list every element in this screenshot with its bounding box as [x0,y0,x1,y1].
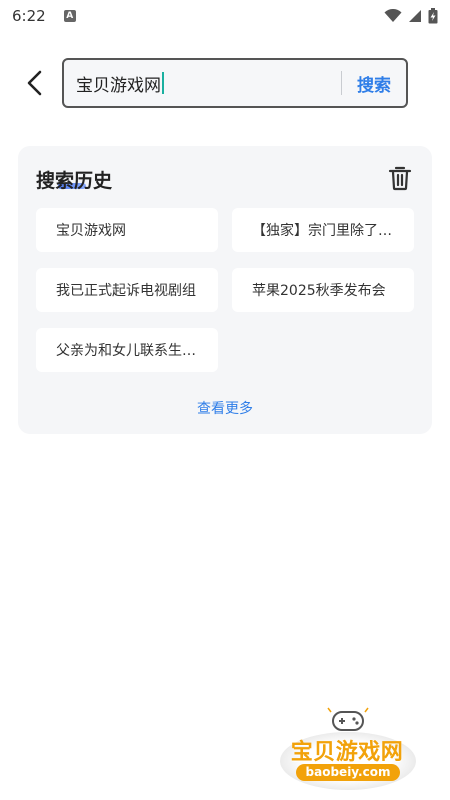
clear-history-button[interactable] [388,165,412,191]
battery-charging-icon [428,8,438,24]
history-item-label: 苹果2025秋季发布会 [252,283,386,299]
watermark-name: 宝贝游戏网 [290,740,404,765]
text-caret [162,72,164,94]
status-icons [384,8,438,24]
history-item-label: 【独家】宗门里除了我都是卧底 [252,223,394,239]
wifi-icon [384,9,402,22]
search-button[interactable]: 搜索 [342,71,406,96]
search-text: 宝贝游戏网 [76,75,161,96]
site-watermark-logo: 宝贝游戏网 baobeiy.com [272,704,422,790]
gamepad-icon [327,707,369,731]
history-item-label: 我已正式起诉电视剧组 [56,283,196,299]
status-bar: 6:22 A [0,0,450,32]
search-history-title: 搜索历史 [36,170,113,192]
back-button[interactable] [20,68,48,98]
search-history-card: 搜索历史 宝贝游戏网 【独家】宗门里除了我都是卧底 我已正式起诉电视剧组 苹果2… [18,146,432,434]
chevron-left-icon [27,70,42,96]
history-item[interactable]: 父亲为和女儿联系生活费 [36,328,218,372]
watermark-url: baobeiy.com [296,764,400,781]
history-item-label: 父亲为和女儿联系生活费 [56,343,198,359]
search-input[interactable]: 宝贝游戏网 搜索 [62,58,408,108]
a-letter-icon: A [63,10,76,22]
status-time: 6:22 [12,7,46,25]
signal-icon [409,10,421,22]
history-item-label: 宝贝游戏网 [56,223,126,239]
history-item[interactable]: 我已正式起诉电视剧组 [36,268,218,312]
trash-icon [388,166,412,191]
history-item[interactable]: 宝贝游戏网 [36,208,218,252]
history-item[interactable]: 【独家】宗门里除了我都是卧底 [232,208,414,252]
view-more-link[interactable]: 查看更多 [18,398,432,418]
search-header: 宝贝游戏网 搜索 [0,58,450,108]
history-item[interactable]: 苹果2025秋季发布会 [232,268,414,312]
search-input-value[interactable]: 宝贝游戏网 [64,71,341,96]
